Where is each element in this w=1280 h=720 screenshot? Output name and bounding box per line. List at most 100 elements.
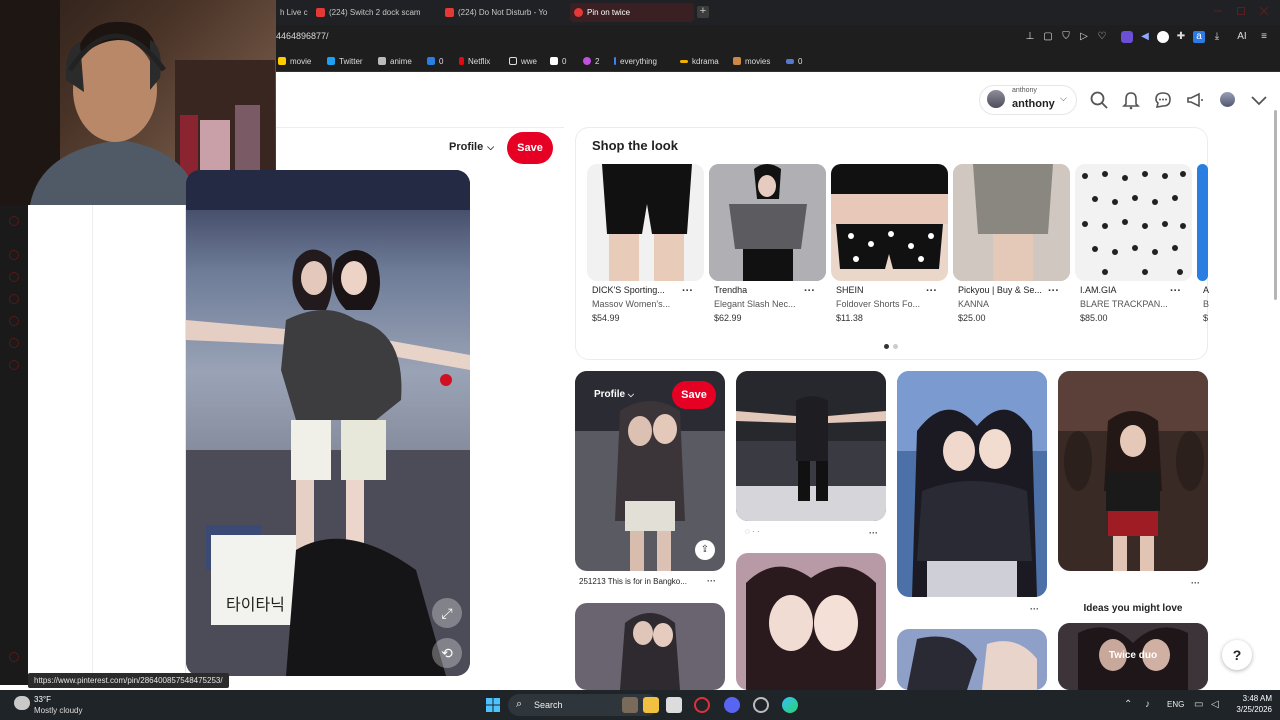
network-icon[interactable]: ▭ xyxy=(1194,699,1203,710)
more-options-icon[interactable]: ··· xyxy=(1048,285,1059,297)
bookmark-kdrama[interactable]: kdrama xyxy=(680,54,719,68)
grid-pin[interactable] xyxy=(575,603,725,690)
bookmark-folder[interactable]: 2 xyxy=(583,54,599,68)
search-icon[interactable] xyxy=(1089,90,1109,110)
url-field[interactable]: 4464896877/ xyxy=(276,31,329,41)
bookmark-movies[interactable]: movies xyxy=(733,54,770,68)
tab-live[interactable]: h Live c xyxy=(276,3,310,22)
new-tab-button[interactable]: + xyxy=(697,6,709,18)
share-icon[interactable]: ⇪ xyxy=(695,540,715,560)
bookmark-twitter[interactable]: Twitter xyxy=(327,54,363,68)
visual-search-icon[interactable]: ⟲ xyxy=(432,638,462,668)
board-select[interactable]: Profile ⌵ xyxy=(449,141,494,153)
bookmark-folder[interactable]: 0 xyxy=(427,54,443,68)
bookmark-wwe[interactable]: wwe xyxy=(509,54,537,68)
more-options-icon[interactable]: ··· xyxy=(804,285,815,297)
bookmark-anime[interactable]: anime xyxy=(378,54,412,68)
puzzle-icon[interactable]: ✚ xyxy=(1175,31,1187,43)
bell-icon[interactable] xyxy=(1121,90,1141,110)
search-highlight-icon[interactable] xyxy=(622,697,638,713)
tab-do-not-disturb[interactable]: (224) Do Not Disturb - Yo xyxy=(441,3,565,22)
microphone-icon[interactable]: ♪ xyxy=(1145,699,1150,710)
more-options-icon[interactable]: ··· xyxy=(1170,285,1181,297)
bookmark-everything[interactable]: everything xyxy=(614,54,657,68)
screenshot-icon[interactable]: ▢ xyxy=(1042,31,1054,43)
sidebar-icon[interactable] xyxy=(9,272,19,282)
carousel-dot[interactable] xyxy=(893,344,898,349)
grid-pin[interactable] xyxy=(897,629,1047,690)
heart-icon[interactable]: ♡ xyxy=(1096,31,1108,43)
extension-icon[interactable] xyxy=(1121,31,1133,43)
opera-icon[interactable] xyxy=(694,697,710,713)
close-window-icon[interactable] xyxy=(1259,6,1269,16)
profile-icon[interactable]: a xyxy=(1193,31,1205,43)
product-image[interactable] xyxy=(831,164,948,281)
weather-description[interactable]: Mostly cloudy xyxy=(34,706,82,715)
product-image[interactable] xyxy=(1197,164,1208,281)
download-icon[interactable]: ⤓ xyxy=(1211,31,1223,43)
chevron-down-icon[interactable] xyxy=(1249,90,1269,110)
messages-icon[interactable] xyxy=(1153,90,1173,110)
maximize-icon[interactable] xyxy=(1236,6,1246,16)
more-options-icon[interactable]: ··· xyxy=(707,576,716,586)
pin-caption[interactable]: 251213 This is for in Bangko... xyxy=(579,577,687,586)
file-explorer-icon[interactable] xyxy=(643,697,659,713)
minimize-icon[interactable] xyxy=(1213,6,1223,16)
bookmark-folder[interactable]: 0 xyxy=(786,54,802,68)
more-options-icon[interactable]: ··· xyxy=(869,528,878,538)
bookmark-folder[interactable]: 0 xyxy=(550,54,566,68)
chevron-up-icon[interactable]: ⌃ xyxy=(1124,699,1132,710)
shield-icon[interactable]: ⛉ xyxy=(1060,31,1072,43)
save-button[interactable]: Save xyxy=(672,381,716,409)
edge-icon[interactable] xyxy=(782,697,798,713)
pin-icon[interactable]: ⊥ xyxy=(1024,31,1036,43)
sidebar-icon[interactable] xyxy=(9,360,19,370)
grid-pin[interactable] xyxy=(736,371,886,521)
tab-pin-on-twice[interactable]: Pin on twice xyxy=(570,3,694,22)
more-options-icon[interactable]: ··· xyxy=(1030,604,1039,614)
menu-icon[interactable]: ≡ xyxy=(1258,31,1270,43)
sidebar-icon[interactable] xyxy=(9,216,19,226)
grid-pin[interactable] xyxy=(1058,371,1208,571)
sidebar-icon[interactable] xyxy=(9,294,19,304)
board-select[interactable]: Profile ⌵ xyxy=(594,389,634,400)
grid-pin[interactable] xyxy=(736,553,886,690)
megaphone-icon[interactable] xyxy=(1185,90,1205,110)
expand-icon[interactable]: ⤢ xyxy=(432,598,462,628)
extension-icon[interactable] xyxy=(1157,31,1169,43)
weather-temperature[interactable]: 33°F xyxy=(34,695,51,704)
cloud-icon[interactable] xyxy=(14,696,30,710)
product-image[interactable] xyxy=(587,164,704,281)
product-image[interactable] xyxy=(1075,164,1192,281)
bookmark-movie[interactable]: movie xyxy=(278,54,311,68)
pin-image[interactable]: 타이타닉 xyxy=(186,170,470,676)
more-options-icon[interactable]: ··· xyxy=(926,285,937,297)
language-indicator[interactable]: ENG xyxy=(1167,700,1184,709)
product-image[interactable] xyxy=(709,164,826,281)
sidebar-icon[interactable] xyxy=(9,338,19,348)
more-options-icon[interactable]: ··· xyxy=(1191,578,1200,588)
more-options-icon[interactable]: ··· xyxy=(682,285,693,297)
clock-date[interactable]: 3/25/2026 xyxy=(1232,705,1272,714)
product-image[interactable] xyxy=(953,164,1070,281)
tab-switch-2[interactable]: (224) Switch 2 dock scam xyxy=(312,3,436,22)
bookmark-netflix[interactable]: Netflix xyxy=(459,54,490,68)
grid-pin[interactable] xyxy=(897,371,1047,597)
sidebar-icon[interactable] xyxy=(9,250,19,260)
clock-time[interactable]: 3:48 AM xyxy=(1236,694,1272,703)
sidebar-icon[interactable] xyxy=(9,316,19,326)
save-button[interactable]: Save xyxy=(507,132,553,164)
volume-icon[interactable]: ◁ xyxy=(1211,699,1219,710)
play-icon[interactable]: ▷ xyxy=(1078,31,1090,43)
sidebar-icon[interactable] xyxy=(9,652,19,662)
app-icon[interactable] xyxy=(666,697,682,713)
audio-icon[interactable]: ◀ xyxy=(1139,31,1151,43)
help-button[interactable]: ? xyxy=(1222,640,1252,670)
steam-icon[interactable] xyxy=(753,697,769,713)
carousel-dot-active[interactable] xyxy=(884,344,889,349)
profile-avatar[interactable] xyxy=(1220,92,1235,107)
ai-button[interactable]: AI xyxy=(1232,31,1252,43)
scrollbar-thumb[interactable] xyxy=(1274,110,1277,300)
windows-start-icon[interactable] xyxy=(486,698,500,712)
discord-icon[interactable] xyxy=(724,697,740,713)
